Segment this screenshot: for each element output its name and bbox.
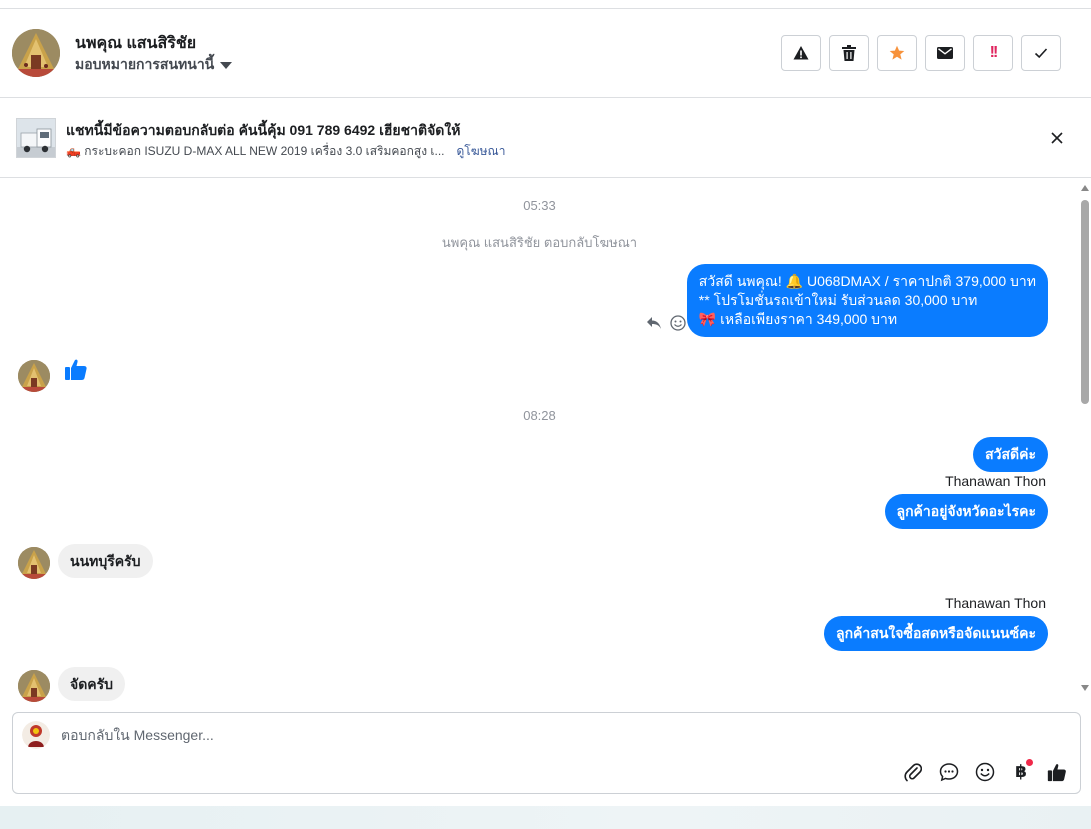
header-actions: !!: [781, 35, 1061, 71]
contact-avatar-small: [18, 547, 50, 579]
ad-subtitle: 🛻 กระบะคอก ISUZU D-MAX ALL NEW 2019 เครื…: [66, 144, 445, 158]
contact-avatar[interactable]: [12, 29, 60, 77]
star-icon: [889, 45, 905, 60]
thumbs-up-icon: [1047, 764, 1066, 782]
smiley-icon: [975, 762, 995, 782]
paperclip-icon: [904, 763, 922, 782]
report-spam-button[interactable]: [781, 35, 821, 71]
message-line: ** โปรโมชั่นรถเข้าใหม่ รับส่วนลด 30,000 …: [698, 292, 978, 308]
close-icon: [1051, 132, 1063, 144]
scroll-down-arrow-icon[interactable]: [1081, 685, 1089, 691]
conversation-header: นพคุณ แสนสิริชัย มอบหมายการสนทนานี้ !!: [0, 9, 1091, 98]
message-thread: 05:33 นพคุณ แสนสิริชัย ตอบกลับโฆษณา สวัส…: [0, 178, 1079, 706]
view-ad-link[interactable]: ดูโฆษณา: [457, 142, 506, 161]
assign-label: มอบหมายการสนทนานี้: [75, 56, 215, 72]
send-like-button[interactable]: [1046, 761, 1068, 783]
reply-icon[interactable]: [646, 316, 662, 330]
message-line: สวัสดี นพคุณ! 🔔 U068DMAX / ราคาปกติ 379,…: [698, 273, 1036, 289]
mark-important-button[interactable]: !!: [973, 35, 1013, 71]
checkmark-icon: [1034, 48, 1048, 59]
ad-subtitle-row: 🛻 กระบะคอก ISUZU D-MAX ALL NEW 2019 เครื…: [66, 142, 505, 161]
background-band: [0, 806, 1091, 829]
timestamp: 08:28: [523, 408, 556, 423]
mark-unread-button[interactable]: [925, 35, 965, 71]
inbox-conversation-panel: นพคุณ แสนสิริชัย มอบหมายการสนทนานี้ !! แ…: [0, 0, 1091, 829]
message-tools: [646, 315, 686, 331]
delete-button[interactable]: [829, 35, 869, 71]
thumbs-up-sticker[interactable]: [64, 357, 88, 386]
composer-tools: ฿: [902, 759, 1068, 783]
attach-button[interactable]: [902, 761, 924, 783]
outgoing-message[interactable]: ลูกค้าสนใจซื้อสดหรือจัดแนนซ์คะ: [824, 616, 1048, 651]
scroll-up-arrow-icon[interactable]: [1081, 185, 1089, 191]
double-exclamation-icon: !!: [989, 44, 999, 61]
notification-dot: [1026, 759, 1033, 766]
outgoing-message[interactable]: สวัสดีค่ะ: [973, 437, 1048, 472]
incoming-message[interactable]: จัดครับ: [58, 667, 126, 701]
system-message: นพคุณ แสนสิริชัย ตอบกลับโฆษณา: [441, 235, 638, 250]
incoming-message[interactable]: นนทบุรีครับ: [58, 544, 153, 578]
contact-avatar-small: [18, 670, 50, 702]
envelope-icon: [937, 47, 953, 59]
page-avatar: [22, 721, 50, 749]
ad-thumbnail[interactable]: [16, 118, 56, 158]
thumbs-up-icon: [65, 359, 87, 380]
outgoing-message[interactable]: ลูกค้าอยู่จังหวัดอะไรคะ: [884, 494, 1048, 529]
outgoing-message[interactable]: สวัสดี นพคุณ! 🔔 U068DMAX / ราคาปกติ 379,…: [686, 264, 1048, 337]
sender-name: Thanawan Thon: [945, 473, 1046, 489]
sender-name: Thanawan Thon: [945, 595, 1046, 611]
payment-button[interactable]: ฿: [1010, 759, 1033, 783]
mark-done-button[interactable]: [1021, 35, 1061, 71]
ad-title: แชทนี้มีข้อความตอบกลับต่อ คันนี้คุ้ม 091…: [66, 122, 461, 138]
warning-icon: [793, 46, 809, 60]
chat-bubble-icon: [939, 763, 959, 782]
trash-icon: [842, 45, 856, 61]
saved-replies-button[interactable]: [938, 761, 960, 783]
close-banner-button[interactable]: [1049, 130, 1065, 146]
emoji-button[interactable]: [974, 761, 996, 783]
baht-icon: ฿: [1015, 762, 1027, 781]
message-line: 🎀 เหลือเพียงราคา 349,000 บาท: [698, 311, 898, 327]
reply-input[interactable]: [61, 727, 961, 743]
ad-reply-banner: แชทนี้มีข้อความตอบกลับต่อ คันนี้คุ้ม 091…: [0, 98, 1091, 178]
contact-avatar-small: [18, 360, 50, 392]
reaction-smiley-icon[interactable]: [670, 315, 686, 331]
assign-conversation-dropdown[interactable]: มอบหมายการสนทนานี้: [75, 54, 233, 76]
star-button[interactable]: [877, 35, 917, 71]
scrollbar-thumb[interactable]: [1081, 200, 1089, 404]
message-composer: ฿: [12, 712, 1081, 794]
contact-name: นพคุณ แสนสิริชัย: [75, 35, 197, 52]
caret-down-icon: [220, 61, 233, 69]
timestamp: 05:33: [523, 198, 556, 213]
